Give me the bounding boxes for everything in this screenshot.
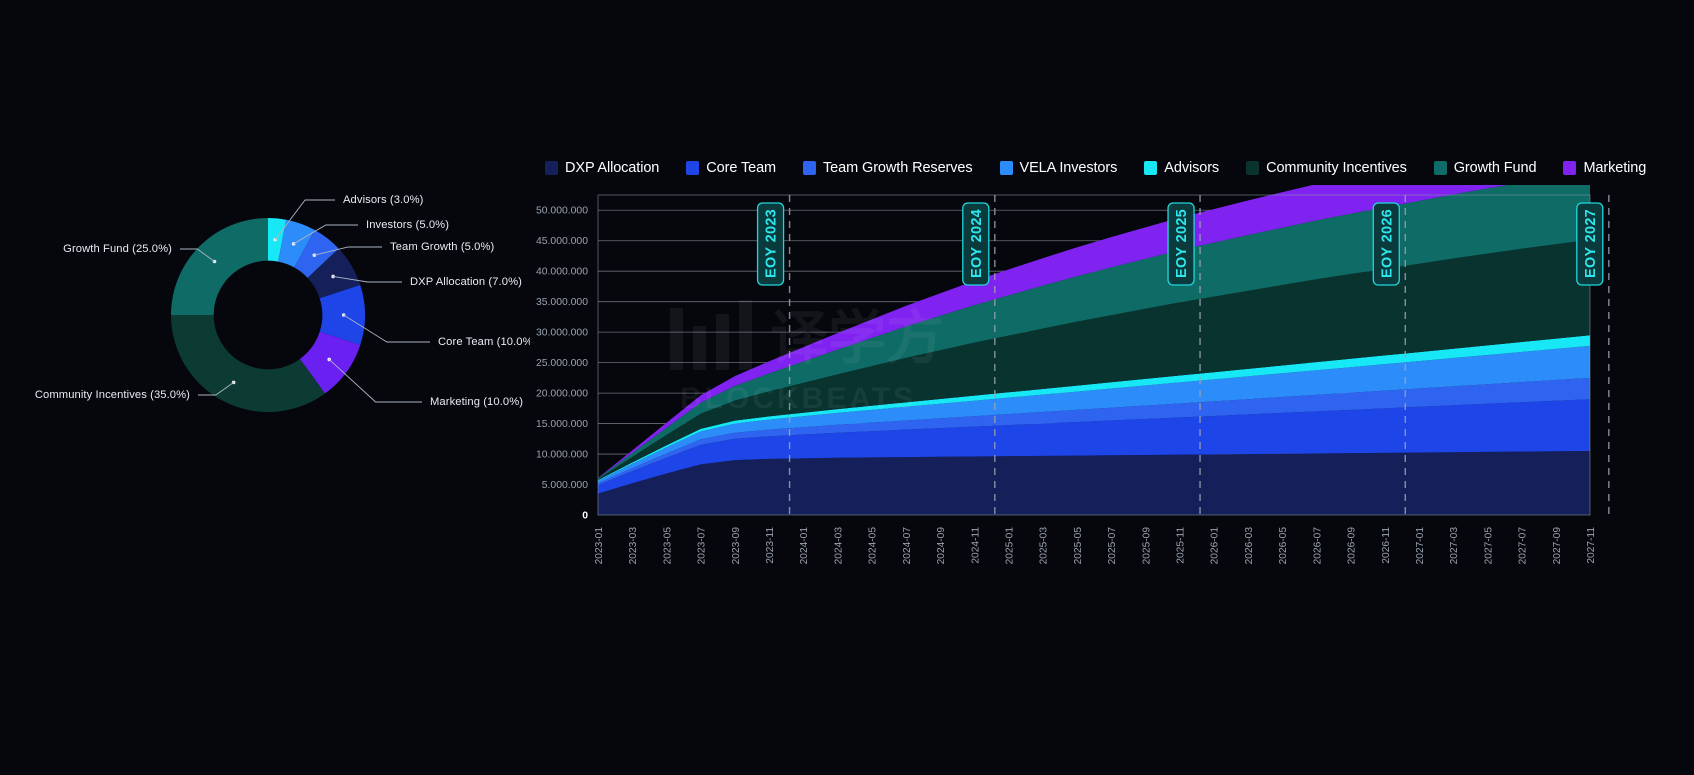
x-axis-tick-label: 2024-05: [868, 527, 879, 565]
x-axis-tick-label: 2023-11: [765, 527, 776, 564]
x-axis-tick-label: 2027-03: [1449, 527, 1460, 565]
y-axis-tick-label: 40.000.000: [536, 267, 588, 278]
y-axis-labels: 0 5.000.000 10.000.000 15.000.000 20.000.000…: [536, 206, 588, 522]
x-axis-tick-label: 2024-07: [902, 527, 913, 565]
x-axis-tick-label: 2023-05: [662, 527, 673, 565]
x-axis-tick-label: 2027-01: [1415, 527, 1426, 565]
x-axis-tick-label: 2027-09: [1552, 527, 1563, 565]
eoy-badge-label: EOY 2023: [764, 209, 780, 278]
x-axis-tick-label: 2025-01: [1004, 527, 1015, 565]
vesting-area-chart: EOY 2023 EOY 2024 EOY 2025 EOY 2026 EOY 2027…: [530, 185, 1694, 605]
y-axis-tick-label: 10.000.000: [536, 450, 588, 461]
y-axis-tick-label: 20.000.000: [536, 389, 588, 400]
legend-item[interactable]: Advisors: [1144, 160, 1219, 176]
legend-item[interactable]: Marketing: [1563, 160, 1646, 176]
legend-label: Growth Fund: [1453, 160, 1537, 176]
x-axis-labels: 2023-01 2023-03 2023-05 2023-07 2023-09 2023-…: [594, 527, 1597, 565]
x-axis-tick-label: 2024-11: [970, 527, 981, 564]
legend-item[interactable]: DXP Allocation: [545, 160, 659, 176]
legend-label: DXP Allocation: [565, 160, 660, 176]
x-axis-tick-label: 2023-03: [628, 527, 639, 565]
x-axis-tick-label: 2025-11: [1176, 527, 1187, 564]
area-series[interactable]: [598, 451, 1590, 515]
x-axis-tick-label: 2026-01: [1210, 527, 1221, 565]
x-axis-tick-label: 2027-11: [1586, 527, 1597, 564]
donut-slice-label: Marketing (10.0%): [430, 396, 523, 408]
x-axis-tick-label: 2027-07: [1518, 527, 1529, 565]
allocation-donut-chart: Advisors (3.0%) Investors (5.0%) Team Grow…: [35, 194, 530, 412]
donut-slice-label: Team Growth (5.0%): [390, 241, 495, 253]
x-axis-tick-label: 2024-01: [799, 527, 810, 565]
eoy-badge-label: EOY 2025: [1174, 209, 1190, 278]
donut-slice-label: DXP Allocation (7.0%): [410, 276, 522, 288]
donut-slice[interactable]: [171, 315, 326, 412]
x-axis-tick-label: 2026-11: [1381, 527, 1392, 564]
legend-swatch-icon: [686, 161, 700, 175]
legend-label: Marketing: [1583, 160, 1647, 176]
legend-swatch-icon: [803, 161, 817, 175]
donut-slice-label: Investors (5.0%): [366, 219, 449, 231]
legend-item[interactable]: Community Incentives: [1246, 160, 1407, 176]
x-axis-tick-label: 2026-09: [1347, 527, 1358, 565]
y-axis-tick-label: 35.000.000: [536, 297, 588, 308]
allocation-donut-panel: Advisors (3.0%) Investors (5.0%) Team Grow…: [0, 0, 530, 775]
eoy-badge-label: EOY 2024: [969, 209, 985, 278]
y-axis-tick-label: 30.000.000: [536, 328, 588, 339]
x-axis-tick-label: 2025-07: [1107, 527, 1118, 565]
y-axis-tick-label: 50.000.000: [536, 206, 588, 217]
x-axis-tick-label: 2023-07: [697, 527, 708, 565]
y-axis-tick-label: 0: [582, 511, 588, 522]
x-axis-tick-label: 2027-05: [1483, 527, 1494, 565]
x-axis-tick-label: 2024-09: [936, 527, 947, 565]
legend-item[interactable]: Core Team: [686, 160, 776, 176]
legend-label: Team Growth Reserves: [823, 160, 973, 176]
donut-slice-label: Core Team (10.0%): [438, 336, 530, 348]
x-axis-tick-label: 2026-07: [1312, 527, 1323, 565]
x-axis-tick-label: 2026-05: [1278, 527, 1289, 565]
legend-swatch-icon: [1246, 161, 1260, 175]
legend-swatch-icon: [999, 161, 1013, 175]
x-axis-tick-label: 2025-05: [1073, 527, 1084, 565]
x-axis-tick-label: 2023-01: [594, 527, 605, 565]
legend-item[interactable]: Team Growth Reserves: [803, 160, 973, 176]
legend-swatch-icon: [1144, 161, 1158, 175]
legend-item[interactable]: Growth Fund: [1433, 160, 1537, 176]
x-axis-tick-label: 2026-03: [1244, 527, 1255, 565]
legend-swatch-icon: [545, 161, 558, 175]
x-axis-tick-label: 2025-03: [1039, 527, 1050, 565]
legend-label: Community Incentives: [1266, 160, 1407, 176]
chart-legend: DXP Allocation Core Team Team Growth Reser…: [545, 160, 1655, 176]
legend-swatch-icon: [1563, 161, 1577, 175]
x-axis-tick-label: 2023-09: [731, 527, 742, 565]
y-axis-tick-label: 25.000.000: [536, 358, 588, 369]
legend-item[interactable]: VELA Investors: [999, 160, 1118, 176]
y-axis-tick-label: 5.000.000: [542, 480, 588, 491]
donut-slices: [171, 218, 365, 412]
y-axis-tick-label: 45.000.000: [536, 236, 588, 247]
x-axis-tick-label: 2024-03: [833, 527, 844, 565]
legend-swatch-icon: [1433, 161, 1447, 175]
eoy-badge-label: EOY 2027: [1583, 209, 1599, 278]
legend-label: Advisors: [1164, 160, 1220, 176]
donut-slice-label: Growth Fund (25.0%): [63, 243, 172, 255]
eoy-badge-label: EOY 2026: [1379, 209, 1395, 278]
donut-slice-label: Advisors (3.0%): [343, 194, 424, 206]
donut-slice-label: Community Incentives (35.0%): [35, 389, 190, 401]
stacked-areas: [598, 185, 1590, 515]
donut-slice[interactable]: [171, 218, 268, 315]
y-axis-tick-label: 15.000.000: [536, 419, 588, 430]
screenshot-root: Advisors (3.0%) Investors (5.0%) Team Grow…: [0, 0, 1694, 775]
x-axis-tick-label: 2025-09: [1141, 527, 1152, 565]
legend-label: VELA Investors: [1019, 160, 1118, 176]
legend-label: Core Team: [706, 160, 777, 176]
